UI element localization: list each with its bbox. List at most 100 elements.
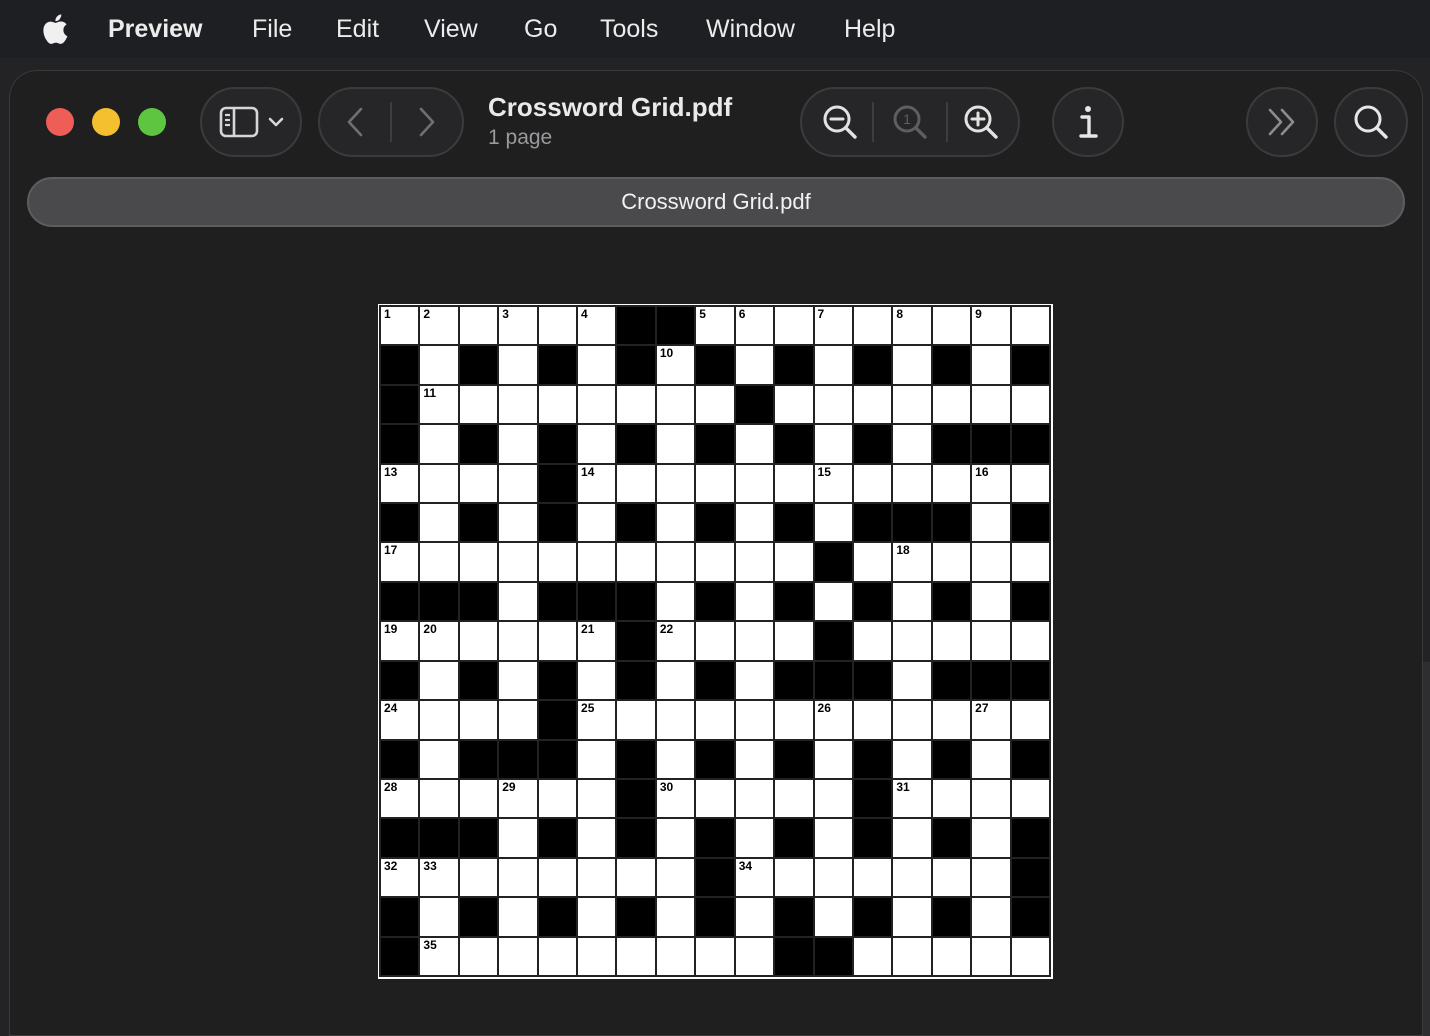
crossword-cell [775, 464, 813, 503]
crossword-black-cell [617, 425, 655, 463]
crossword-cell [735, 543, 774, 581]
crossword-cell: 22 [656, 622, 695, 660]
crossword-cell [893, 385, 931, 424]
crossword-cell [499, 819, 537, 857]
crossword-cell: 21 [578, 622, 616, 660]
crossword-black-cell [775, 819, 813, 857]
crossword-black-cell [381, 385, 419, 424]
crossword-black-cell [538, 464, 577, 503]
crossword-black-cell [775, 504, 813, 542]
menu-view[interactable]: View [424, 0, 478, 58]
crossword-cell: 35 [420, 937, 458, 975]
crossword-black-cell [932, 819, 971, 857]
menu-file[interactable]: File [252, 0, 292, 58]
zoom-out-icon[interactable] [820, 102, 860, 142]
crossword-black-cell [696, 661, 734, 700]
background-window-edge [1423, 662, 1430, 1036]
crossword-black-cell [853, 661, 892, 700]
crossword-cell [735, 622, 774, 660]
crossword-black-cell [538, 346, 577, 384]
crossword-cell [499, 385, 537, 424]
crossword-cell [1011, 307, 1049, 345]
pdf-page[interactable]: 1 2 3 4 5 6 7 8 9 10 11 12 13 14 15 16 17 18 19 20 21 22 23 24 2… [378, 304, 1053, 979]
clue-number: 14 [581, 464, 595, 479]
crossword-cell [656, 819, 695, 857]
zoom-in-icon[interactable] [961, 102, 1001, 142]
crossword-cell [538, 622, 577, 660]
crossword-black-cell [381, 346, 419, 384]
menu-tools[interactable]: Tools [600, 0, 658, 58]
crossword-cell [578, 858, 616, 897]
crossword-cell [696, 464, 734, 503]
crossword-cell [972, 622, 1010, 660]
zoom-button[interactable] [138, 108, 166, 136]
crossword-cell: 1 [381, 307, 419, 345]
crossword-black-cell [696, 898, 734, 936]
crossword-black-cell: 36 [814, 937, 852, 975]
crossword-cell [932, 937, 971, 975]
menu-app-name[interactable]: Preview [108, 0, 203, 58]
document-tab[interactable]: Crossword Grid.pdf [27, 177, 1405, 227]
clue-number: 8 [896, 307, 904, 321]
menu-go[interactable]: Go [524, 0, 557, 58]
crossword-black-cell [617, 582, 655, 621]
crossword-cell [893, 819, 931, 857]
crossword-black-cell [853, 346, 892, 384]
crossword-cell [538, 779, 577, 818]
crossword-black-cell [617, 661, 655, 700]
clue-number: 13 [384, 464, 398, 479]
clue-number: 27 [975, 701, 989, 716]
chevron-down-icon [266, 114, 286, 130]
crossword-black-cell [617, 779, 655, 818]
crossword-cell: 29 [499, 779, 537, 818]
crossword-cell [972, 858, 1010, 897]
crossword-cell [617, 464, 655, 503]
clue-number: 33 [423, 858, 437, 873]
crossword-cell [459, 858, 498, 897]
crossword-cell [420, 425, 458, 463]
crossword-cell [775, 543, 813, 581]
crossword-cell [499, 937, 537, 975]
crossword-cell [499, 543, 537, 581]
crossword-black-cell [1011, 582, 1049, 621]
crossword-cell [972, 898, 1010, 936]
crossword-cell [775, 307, 813, 345]
document-title: Crossword Grid.pdf [488, 92, 733, 122]
clue-number: 15 [817, 464, 831, 479]
menu-window[interactable]: Window [706, 0, 795, 58]
crossword-black-cell [420, 819, 458, 857]
crossword-cell [617, 385, 655, 424]
crossword-cell [578, 385, 616, 424]
apple-logo-icon[interactable] [38, 12, 70, 46]
menu-help[interactable]: Help [844, 0, 895, 58]
crossword-cell [893, 701, 931, 739]
crossword-cell [853, 385, 892, 424]
crossword-black-cell [775, 937, 813, 975]
crossword-cell [853, 464, 892, 503]
minimize-button[interactable] [92, 108, 120, 136]
crossword-black-cell [459, 425, 498, 463]
crossword-cell [499, 661, 537, 700]
back-icon[interactable] [340, 104, 370, 140]
svg-text:1: 1 [903, 111, 911, 127]
crossword-cell [814, 346, 852, 384]
crossword-cell [1011, 464, 1049, 503]
clue-number: 28 [384, 779, 398, 794]
crossword-cell: 14 [578, 464, 616, 503]
crossword-cell [932, 858, 971, 897]
menu-edit[interactable]: Edit [336, 0, 379, 58]
actual-size-icon[interactable]: 1 [890, 102, 930, 142]
clue-number: 7 [817, 307, 825, 321]
crossword-black-cell [459, 346, 498, 384]
crossword-cell [893, 622, 931, 660]
info-icon [1068, 100, 1108, 144]
crossword-black-cell [972, 425, 1010, 463]
crossword-black-cell [381, 504, 419, 542]
crossword-cell: 20 [420, 622, 458, 660]
close-button[interactable] [46, 108, 74, 136]
crossword-cell [735, 819, 774, 857]
forward-icon[interactable] [412, 104, 442, 140]
crossword-cell [696, 937, 734, 975]
crossword-black-cell [1011, 898, 1049, 936]
crossword-cell [459, 701, 498, 739]
